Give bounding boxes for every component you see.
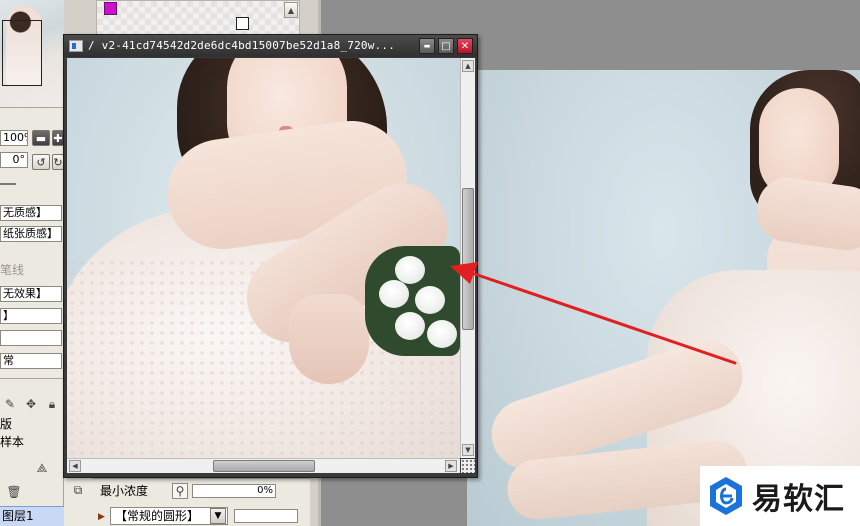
preview-image[interactable] <box>67 58 460 458</box>
left-tool-panel: 100% ▬ ✚ 0° ↺ ↻ 无质感】 纸张质感】 笔线 无效果】 】 常 ✎… <box>0 0 64 526</box>
minimize-icon: ▬ <box>423 42 431 50</box>
brush-icon[interactable]: ⚲ <box>172 483 188 499</box>
resize-grip[interactable] <box>461 459 475 473</box>
expand-icon[interactable]: ▶ <box>98 509 105 525</box>
texture-select-2[interactable]: 纸张质感】 <box>0 226 62 242</box>
vertical-scrollbar[interactable]: ▲ ▼ <box>460 58 475 458</box>
preview-flower <box>395 312 425 340</box>
rotate-left-icon: ↺ <box>36 155 46 169</box>
scroll-down-icon[interactable]: ▼ <box>462 444 474 456</box>
navigator-view-frame[interactable] <box>2 20 42 86</box>
preview-flower <box>395 256 425 284</box>
minimize-button[interactable]: ▬ <box>419 38 435 54</box>
pen-icon[interactable]: ✎ <box>2 396 18 412</box>
window-title: / v2-41cd74542d2de6dc4bd15007be52d1a8_72… <box>88 39 396 52</box>
close-icon: ✕ <box>460 40 470 52</box>
preview-flower <box>379 280 409 308</box>
layer-effect-icon[interactable]: ⟁ <box>32 460 52 476</box>
image-preview-window[interactable]: / v2-41cd74542d2de6dc4bd15007be52d1a8_72… <box>63 34 478 478</box>
layer-item[interactable]: 图层1 <box>0 506 64 526</box>
minus-icon: ▬ <box>35 131 47 145</box>
preview-flower <box>415 286 445 314</box>
tool-column: ⧉ <box>64 478 92 526</box>
navigator-thumbnail[interactable] <box>0 0 64 108</box>
rotate-left-button[interactable]: ↺ <box>32 154 50 170</box>
preview-flower <box>427 320 457 348</box>
scroll-up-icon[interactable]: ▲ <box>462 60 474 72</box>
palette-scroll-up[interactable]: ▲ <box>284 2 298 18</box>
preview-hand <box>289 294 369 384</box>
preview-bouquet <box>365 246 460 356</box>
brush-shape-value[interactable] <box>234 509 298 523</box>
divider <box>0 378 64 379</box>
layer-option-1[interactable]: 版 <box>0 416 12 432</box>
effect-value[interactable] <box>0 330 62 346</box>
divider <box>0 183 16 185</box>
line-label: 笔线 <box>0 263 25 277</box>
effect-select[interactable]: 无效果】 <box>0 286 62 302</box>
site-watermark: 易软汇 <box>700 466 860 526</box>
color-palette[interactable] <box>96 0 300 36</box>
rotate-value[interactable]: 0° <box>0 152 28 168</box>
scroll-left-icon[interactable]: ◀ <box>69 460 81 472</box>
background-color-swatch[interactable] <box>236 17 249 30</box>
chevron-up-icon: ▲ <box>287 5 295 15</box>
trash-icon[interactable]: 🗑︎ <box>6 484 22 500</box>
min-density-label: 最小浓度 <box>100 484 149 498</box>
image-arm <box>753 173 860 255</box>
zoom-value[interactable]: 100% <box>0 130 28 146</box>
watermark-logo-icon <box>710 477 742 515</box>
window-titlebar[interactable]: / v2-41cd74542d2de6dc4bd15007be52d1a8_72… <box>64 35 477 57</box>
chevron-down-icon[interactable]: ▼ <box>210 508 226 524</box>
plus-icon: ✚ <box>53 131 63 145</box>
blend-mode-select[interactable]: 常 <box>0 353 62 369</box>
vertical-scroll-thumb[interactable] <box>462 188 474 330</box>
rotate-right-icon: ↻ <box>53 155 63 169</box>
move-icon[interactable]: ✥ <box>23 396 39 412</box>
scroll-right-icon[interactable]: ▶ <box>445 460 457 472</box>
watermark-text: 易软汇 <box>752 482 845 517</box>
window-app-icon <box>69 40 83 52</box>
foreground-color-swatch[interactable] <box>104 2 117 15</box>
horizontal-scroll-thumb[interactable] <box>213 460 315 472</box>
layer-option-2[interactable]: 样本 <box>0 434 24 450</box>
maximize-button[interactable]: □ <box>438 38 454 54</box>
effect-select-2[interactable]: 】 <box>0 308 62 324</box>
min-density-slider[interactable]: 0% <box>192 484 276 498</box>
zoom-out-button[interactable]: ▬ <box>32 130 50 146</box>
texture-select[interactable]: 无质感】 <box>0 205 62 221</box>
new-layer-icon[interactable]: ⧉ <box>68 482 88 498</box>
main-canvas-image[interactable] <box>467 70 860 526</box>
close-button[interactable]: ✕ <box>457 38 473 54</box>
lock-icon[interactable]: 🔒︎ <box>44 396 60 412</box>
horizontal-scrollbar[interactable]: ◀ ▶ <box>67 458 460 473</box>
brush-properties: 最小浓度 ⚲ 0% ▶ 【常规的圆形】 ▼ <box>92 478 310 526</box>
maximize-icon: □ <box>441 40 451 52</box>
